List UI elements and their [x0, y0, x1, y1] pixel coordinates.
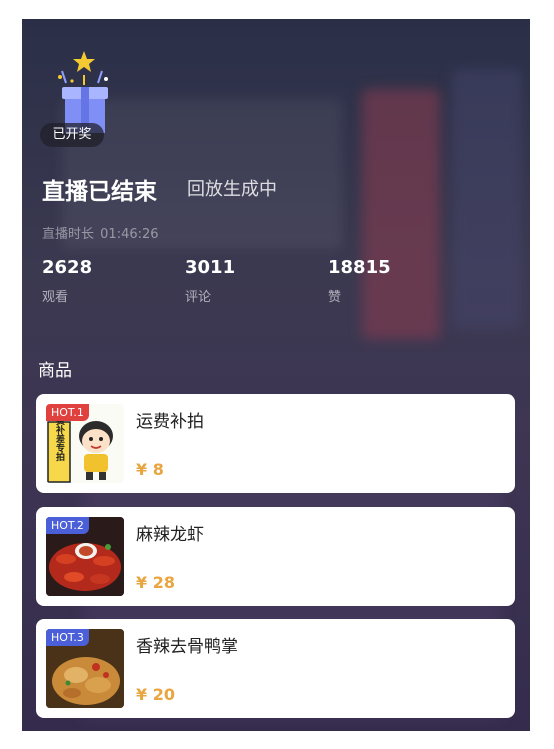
product-thumbnail: HOT.1 邮费补差专拍 — [46, 404, 124, 483]
stat-comments: 3011 评论 — [185, 257, 235, 305]
product-price: ¥ 28 — [136, 573, 175, 592]
product-card[interactable]: HOT.1 邮费补差专拍 运费补拍 ¥ 8 — [36, 394, 515, 493]
product-price: ¥ 8 — [136, 460, 164, 479]
hot-rank-badge: HOT.3 — [46, 629, 89, 646]
live-duration: 直播时长 01:46:26 — [42, 223, 159, 242]
hot-rank-badge: HOT.2 — [46, 517, 89, 534]
stat-value: 3011 — [185, 257, 236, 278]
duration-value: 01:46:26 — [100, 227, 159, 242]
replay-status: 回放生成中 — [187, 179, 277, 200]
product-thumbnail: HOT.2 — [46, 517, 124, 596]
product-card[interactable]: HOT.2 麻辣龙虾 ¥ 28 — [36, 507, 515, 606]
stat-value: 18815 — [328, 257, 391, 278]
product-price: ¥ 20 — [136, 685, 175, 704]
section-title-products: 商品 — [38, 361, 72, 381]
product-name: 香辣去骨鸭掌 — [136, 637, 238, 657]
product-name: 运费补拍 — [136, 412, 204, 432]
lottery-status-badge: 已开奖 — [40, 123, 104, 147]
page-title: 直播已结束 — [42, 179, 157, 205]
stat-likes: 18815 赞 — [328, 257, 391, 305]
stat-label: 评论 — [185, 290, 212, 305]
duration-label: 直播时长 — [42, 227, 95, 242]
hot-rank-badge: HOT.1 — [46, 404, 89, 421]
product-name: 麻辣龙虾 — [136, 525, 204, 545]
stat-label: 观看 — [42, 290, 69, 305]
stat-label: 赞 — [328, 290, 342, 305]
product-card[interactable]: HOT.3 香辣去骨鸭掌 ¥ 20 — [36, 619, 515, 718]
stat-views: 2628 观看 — [42, 257, 92, 305]
live-ended-screen: 已开奖 直播已结束 回放生成中 直播时长 01:46:26 2628 观看 30… — [22, 19, 530, 731]
background-blur — [452, 69, 522, 329]
product-thumbnail: HOT.3 — [46, 629, 124, 708]
stat-value: 2628 — [42, 257, 93, 278]
